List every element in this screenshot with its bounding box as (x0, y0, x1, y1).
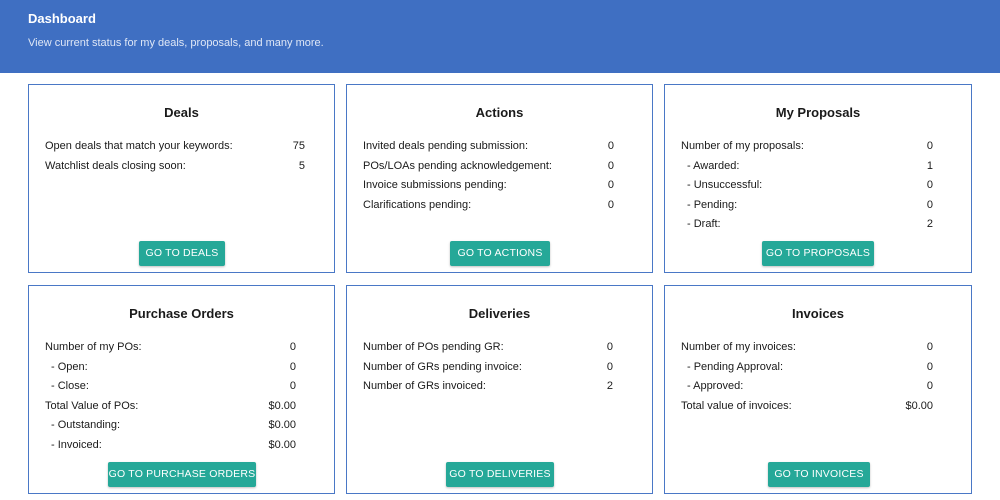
invoices-stats-list: Number of my invoices: 0 - Pending Appro… (681, 338, 933, 416)
stat-label: Invoice submissions pending: (363, 179, 507, 191)
stat-row-my-proposals: Number of my proposals: 0 (681, 137, 933, 157)
page-subtitle: View current status for my deals, propos… (28, 37, 324, 49)
stat-row-invoice-submissions: Invoice submissions pending: 0 (363, 176, 614, 196)
stat-label: Number of POs pending GR: (363, 341, 504, 353)
stat-row-clarifications: Clarifications pending: 0 (363, 196, 614, 216)
deals-card: Deals Open deals that match your keyword… (28, 84, 335, 273)
stat-row-outstanding: - Outstanding: $0.00 (45, 416, 296, 436)
stat-row-pos-pending-gr: Number of POs pending GR: 0 (363, 338, 613, 358)
stat-label: - Open: (51, 360, 88, 373)
stat-value: 0 (289, 341, 296, 353)
stat-row-pos-loas: POs/LOAs pending acknowledgement: 0 (363, 157, 614, 177)
stat-value: 1 (926, 159, 933, 172)
stat-row-watchlist-deals: Watchlist deals closing soon: 5 (45, 157, 305, 177)
stat-label: Watchlist deals closing soon: (45, 159, 186, 172)
stat-value: 2 (606, 380, 613, 392)
stat-label: Number of my POs: (45, 341, 142, 353)
stat-label: Clarifications pending: (363, 198, 472, 211)
stat-value: 0 (607, 140, 614, 152)
invoices-card-title: Invoices (791, 306, 845, 321)
stat-value: $0.00 (268, 438, 296, 451)
stat-label: - Close: (51, 380, 89, 392)
stat-row-close: - Close: 0 (45, 377, 296, 397)
stat-value: 2 (926, 218, 933, 230)
stat-row-pending-approval: - Pending Approval: 0 (681, 358, 933, 378)
stat-value: 0 (926, 179, 933, 191)
stat-value: 0 (926, 341, 933, 353)
stat-label: POs/LOAs pending acknowledgement: (363, 159, 552, 172)
stat-value: 0 (926, 198, 933, 211)
page-title: Dashboard (28, 11, 96, 26)
stat-row-draft: - Draft: 2 (681, 215, 933, 235)
stat-label: - Awarded: (687, 159, 740, 172)
stat-row-open: - Open: 0 (45, 358, 296, 378)
stat-row-total-value-pos: Total Value of POs: $0.00 (45, 397, 296, 417)
stat-value: 0 (607, 179, 614, 191)
stat-value: 0 (606, 360, 613, 373)
stat-value: $0.00 (268, 399, 296, 412)
stat-value: 0 (926, 140, 933, 152)
stat-row-my-invoices: Number of my invoices: 0 (681, 338, 933, 358)
stat-row-grs-invoiced: Number of GRs invoiced: 2 (363, 377, 613, 397)
stat-value: 0 (289, 380, 296, 392)
deliveries-stats-list: Number of POs pending GR: 0 Number of GR… (363, 338, 613, 397)
stat-row-awarded: - Awarded: 1 (681, 157, 933, 177)
go-to-deliveries-button[interactable]: GO TO DELIVERIES (446, 462, 554, 487)
proposals-stats-list: Number of my proposals: 0 - Awarded: 1 -… (681, 137, 933, 235)
stat-row-approved: - Approved: 0 (681, 377, 933, 397)
stat-label: Number of GRs invoiced: (363, 380, 486, 392)
stat-value: $0.00 (268, 419, 296, 431)
stat-label: Open deals that match your keywords: (45, 140, 233, 152)
stat-label: - Pending: (687, 198, 738, 211)
dashboard-header: Dashboard View current status for my dea… (0, 0, 1000, 73)
deliveries-card: Deliveries Number of POs pending GR: 0 N… (346, 285, 653, 494)
stat-value: $0.00 (905, 399, 933, 412)
stat-label: Invited deals pending submission: (363, 140, 529, 152)
purchase-orders-stats-list: Number of my POs: 0 - Open: 0 - Close: 0… (45, 338, 296, 455)
purchase-orders-card: Purchase Orders Number of my POs: 0 - Op… (28, 285, 335, 494)
stat-label: - Approved: (687, 380, 744, 392)
stat-row-open-deals: Open deals that match your keywords: 75 (45, 137, 305, 157)
deliveries-card-title: Deliveries (468, 306, 531, 321)
deals-card-title: Deals (164, 105, 199, 120)
stat-value: 5 (298, 159, 305, 172)
stat-label: - Unsuccessful: (687, 179, 763, 191)
stat-value: 0 (926, 360, 933, 373)
go-to-actions-button[interactable]: GO TO ACTIONS (450, 241, 550, 266)
stat-value: 75 (292, 140, 305, 152)
stat-label: Number of GRs pending invoice: (363, 360, 522, 373)
stat-value: 0 (289, 360, 296, 373)
stat-label: - Draft: (687, 218, 721, 230)
proposals-card: My Proposals Number of my proposals: 0 -… (664, 84, 972, 273)
go-to-proposals-button[interactable]: GO TO PROPOSALS (762, 241, 874, 266)
stat-label: Number of my proposals: (681, 140, 804, 152)
stat-label: - Outstanding: (51, 419, 121, 431)
actions-card: Actions Invited deals pending submission… (346, 84, 653, 273)
stat-row-my-pos: Number of my POs: 0 (45, 338, 296, 358)
stat-label: Total Value of POs: (45, 399, 139, 412)
deals-stats-list: Open deals that match your keywords: 75 … (45, 137, 305, 176)
go-to-invoices-button[interactable]: GO TO INVOICES (768, 462, 870, 487)
stat-row-pending: - Pending: 0 (681, 196, 933, 216)
stat-label: - Pending Approval: (687, 360, 784, 373)
stat-label: Total value of invoices: (681, 399, 792, 412)
go-to-deals-button[interactable]: GO TO DEALS (139, 241, 225, 266)
stat-row-unsuccessful: - Unsuccessful: 0 (681, 176, 933, 196)
stat-row-grs-pending-invoice: Number of GRs pending invoice: 0 (363, 358, 613, 378)
purchase-orders-card-title: Purchase Orders (129, 306, 234, 321)
stat-value: 0 (607, 198, 614, 211)
stat-value: 0 (607, 159, 614, 172)
stat-row-total-value-invoices: Total value of invoices: $0.00 (681, 397, 933, 417)
actions-stats-list: Invited deals pending submission: 0 POs/… (363, 137, 614, 215)
stat-row-invoiced: - Invoiced: $0.00 (45, 436, 296, 456)
stat-label: Number of my invoices: (681, 341, 796, 353)
stat-value: 0 (926, 380, 933, 392)
proposals-card-title: My Proposals (775, 105, 861, 120)
stat-value: 0 (606, 341, 613, 353)
stat-label: - Invoiced: (51, 438, 102, 451)
actions-card-title: Actions (475, 105, 524, 120)
stat-row-invited-deals: Invited deals pending submission: 0 (363, 137, 614, 157)
go-to-purchase-orders-button[interactable]: GO TO PURCHASE ORDERS (108, 462, 256, 487)
invoices-card: Invoices Number of my invoices: 0 - Pend… (664, 285, 972, 494)
